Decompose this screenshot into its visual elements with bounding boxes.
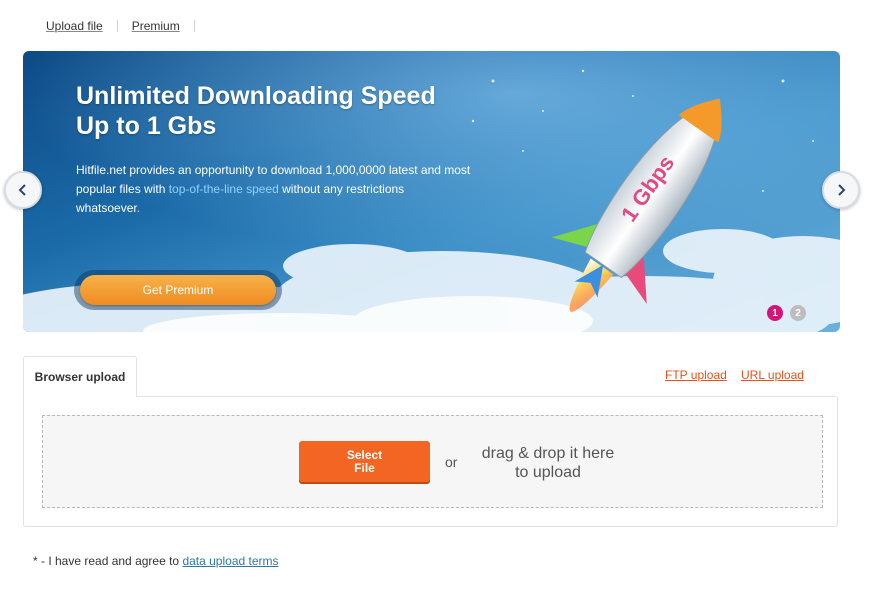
carousel-pagination: 1 2 (767, 305, 806, 321)
top-nav: Upload file Premium (46, 18, 209, 34)
banner-description: Hitfile.net provides an opportunity to d… (76, 161, 471, 218)
upload-file-link[interactable]: Upload file (46, 19, 103, 33)
carousel-prev-button[interactable] (4, 171, 42, 209)
tab-browser-upload[interactable]: Browser upload (23, 356, 137, 397)
or-label: or (445, 454, 458, 470)
tab-url-upload[interactable]: URL upload (741, 368, 804, 382)
banner-title: Unlimited Downloading Speed Up to 1 Gbs (76, 81, 436, 141)
premium-link[interactable]: Premium (132, 19, 180, 33)
drag-drop-label: drag & drop it here to upload (481, 445, 615, 481)
chevron-right-icon (838, 184, 846, 196)
banner-desc-highlight: top-of-the-line speed (168, 182, 279, 196)
select-file-label: Select File (346, 447, 383, 475)
get-premium-wrapper: Get Premium (74, 270, 282, 310)
chevron-left-icon (18, 184, 26, 196)
carousel-dot-1[interactable]: 1 (767, 305, 783, 321)
terms-prefix: * - I have read and agree to (33, 554, 183, 568)
banner-title-line2: Up to 1 Gbs (76, 112, 217, 140)
carousel-dot-2[interactable]: 2 (790, 305, 806, 321)
nav-divider (116, 20, 118, 32)
data-upload-terms-link[interactable]: data upload terms (182, 554, 278, 568)
upload-panel: Select File or drag & drop it here to upl… (23, 396, 838, 527)
banner-title-line1: Unlimited Downloading Speed (76, 82, 436, 110)
select-file-button[interactable]: Select File (299, 441, 430, 482)
promo-banner: 1 Gbps Unlimited Downloading Speed Up to… (23, 51, 840, 332)
select-file-label-line2: File (354, 460, 375, 475)
get-premium-button[interactable]: Get Premium (80, 275, 276, 305)
select-file-label-line1: Select (346, 447, 383, 462)
upload-terms: * - I have read and agree to data upload… (33, 554, 279, 568)
nav-divider (193, 20, 195, 32)
carousel-next-button[interactable] (822, 171, 860, 209)
drop-zone[interactable]: Select File or drag & drop it here to upl… (42, 415, 823, 508)
tab-ftp-upload[interactable]: FTP upload (665, 368, 727, 382)
